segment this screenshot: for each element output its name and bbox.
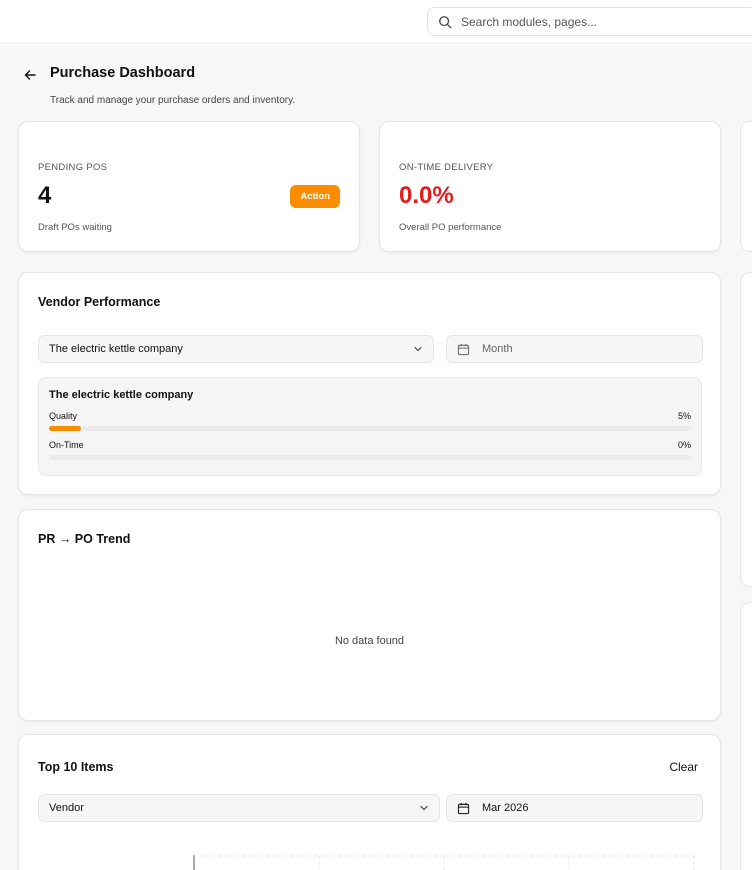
search-box[interactable] — [427, 7, 752, 36]
top-items-chart-area — [193, 855, 695, 870]
pending-pos-card: PENDING POS 4 Action Draft POs waiting — [18, 121, 360, 252]
clear-button[interactable]: Clear — [669, 760, 698, 774]
vendor-performance-title: Vendor Performance — [38, 295, 161, 309]
top-items-card: Top 10 Items Clear Vendor Mar 2026 — [18, 734, 721, 870]
action-badge[interactable]: Action — [290, 185, 340, 208]
back-button[interactable] — [22, 67, 38, 83]
page-subtitle: Track and manage your purchase orders an… — [50, 95, 296, 106]
quality-label: Quality — [49, 411, 78, 421]
vendor-performance-card: Vendor Performance The electric kettle c… — [18, 272, 721, 495]
pending-pos-label: PENDING POS — [38, 162, 108, 173]
chevron-down-icon — [420, 805, 428, 811]
on-time-delivery-label: ON-TIME DELIVERY — [399, 162, 494, 173]
quality-bar — [49, 426, 692, 431]
quality-bar-fill — [49, 426, 82, 431]
right-card-top — [740, 121, 752, 252]
on-time-bar — [49, 455, 692, 460]
page-title: Purchase Dashboard — [50, 65, 196, 81]
on-time-delivery-card: ON-TIME DELIVERY 0.0% Overall PO perform… — [379, 121, 721, 252]
pending-pos-value: 4 — [38, 182, 52, 209]
quality-value: 5% — [677, 411, 691, 421]
right-card-bottom — [740, 602, 752, 870]
on-time-label: On-Time — [49, 440, 84, 450]
search-input[interactable] — [461, 14, 721, 29]
pending-pos-note: Draft POs waiting — [38, 222, 112, 233]
vendor-select[interactable]: The electric kettle company — [38, 335, 434, 363]
chevron-down-icon — [414, 346, 422, 352]
vendor-performance-box: The electric kettle company Quality 5% O… — [38, 377, 702, 476]
month-picker-placeholder: Month — [482, 343, 513, 355]
no-data-message: No data found — [334, 635, 405, 647]
on-time-value: 0% — [677, 440, 691, 450]
on-time-delivery-note: Overall PO performance — [399, 222, 502, 233]
top-bar — [0, 0, 752, 44]
top-items-vendor-value: Vendor — [49, 802, 84, 814]
pr-po-trend-title: PR → PO Trend — [38, 532, 131, 546]
calendar-icon — [457, 802, 470, 814]
month-picker[interactable]: Month — [446, 335, 703, 363]
search-icon — [439, 15, 452, 28]
pr-po-trend-card: PR → PO Trend No data found — [18, 509, 721, 721]
back-arrow-icon — [24, 70, 36, 80]
on-time-delivery-value: 0.0% — [399, 182, 454, 209]
vendor-select-value: The electric kettle company — [49, 343, 183, 355]
right-card-middle — [740, 272, 752, 587]
top-items-month-picker[interactable]: Mar 2026 — [446, 794, 703, 822]
calendar-icon — [457, 343, 470, 355]
top-items-vendor-select[interactable]: Vendor — [38, 794, 440, 822]
vendor-name: The electric kettle company — [49, 389, 194, 401]
top-items-title: Top 10 Items — [38, 760, 114, 774]
top-items-month-value: Mar 2026 — [482, 802, 529, 814]
